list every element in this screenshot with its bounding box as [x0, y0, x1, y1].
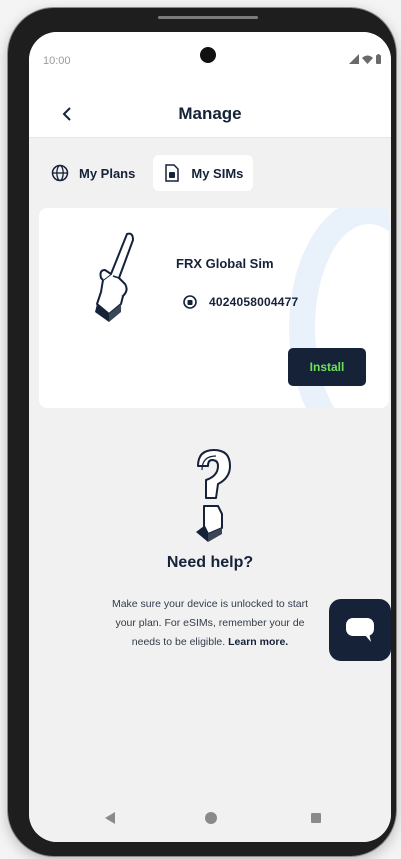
globe-icon: [51, 164, 69, 182]
tab-my-plans[interactable]: My Plans: [41, 155, 145, 191]
recents-square-icon[interactable]: [311, 813, 321, 823]
sim-chip-icon: [183, 295, 197, 309]
help-title: Need help?: [166, 554, 254, 571]
sim-card-icon: [163, 164, 181, 182]
iccid-number: 4024058004477: [209, 295, 299, 309]
phone-top-edge: [158, 16, 258, 19]
iccid-row: 4024058004477: [183, 295, 298, 309]
question-mark-illustration: [196, 449, 231, 542]
tab-my-sims[interactable]: My SIMs: [153, 155, 254, 191]
help-text-line-3-text: needs to be eligible.: [131, 636, 226, 648]
back-triangle-icon[interactable]: [105, 812, 115, 824]
help-text-line-3: needs to be eligible. Learn more.: [51, 633, 369, 652]
help-text-line-2: your plan. For eSIMs, remember your de: [115, 617, 305, 629]
signal-icon: [349, 54, 359, 64]
status-icons: [349, 54, 381, 64]
phone-frame: 10:00 Manage My Plans My SIMs FRX Global…: [8, 8, 396, 856]
front-camera: [200, 47, 216, 63]
status-time: 10:00: [43, 55, 71, 67]
sim-name: FRX Global Sim: [176, 256, 274, 271]
pointing-hand-illustration: [95, 232, 134, 322]
app-header: Manage: [29, 92, 391, 138]
battery-icon: [376, 54, 381, 64]
tab-bar: My Plans My SIMs: [41, 155, 254, 191]
page-title: Manage: [178, 104, 242, 123]
help-text: Make sure your device is unlocked to sta…: [51, 595, 369, 652]
chat-button[interactable]: [329, 599, 391, 661]
screen: 10:00 Manage My Plans My SIMs FRX Global…: [29, 32, 391, 842]
chat-bubble-icon: [346, 618, 374, 642]
status-bar: 10:00: [29, 32, 391, 92]
home-circle-icon[interactable]: [205, 812, 217, 824]
tab-my-plans-label: My Plans: [79, 165, 136, 181]
wifi-icon: [362, 55, 373, 64]
install-button[interactable]: Install: [288, 348, 366, 386]
sim-card: FRX Global Sim 4024058004477 Install: [39, 208, 389, 408]
help-text-line-1: Make sure your device is unlocked to sta…: [111, 598, 309, 610]
tab-my-sims-label: My SIMs: [191, 165, 244, 181]
learn-more-link[interactable]: Learn more.: [228, 636, 288, 648]
system-nav-bar: [29, 794, 391, 842]
